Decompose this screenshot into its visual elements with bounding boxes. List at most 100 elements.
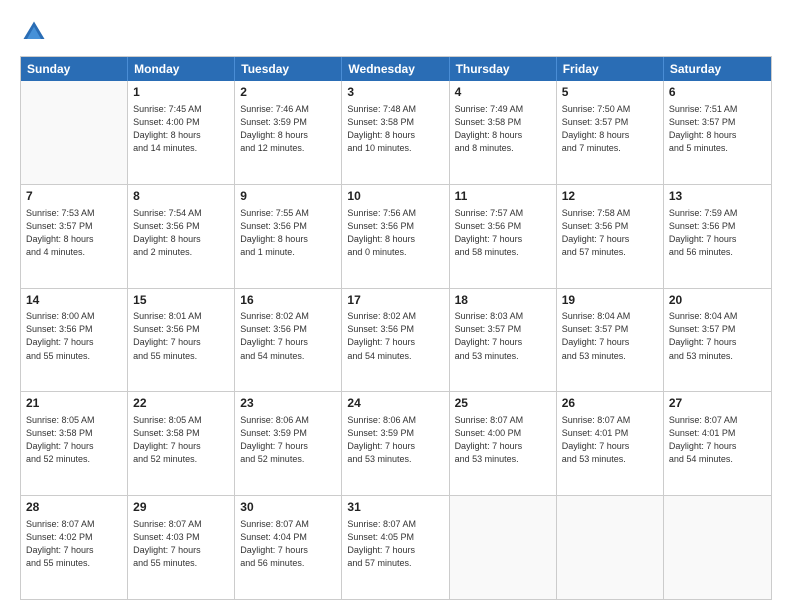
calendar-cell: 12 Sunrise: 7:58 AM Sunset: 3:56 PM Dayli…: [557, 185, 664, 288]
cell-info: Sunrise: 7:45 AM Sunset: 4:00 PM Dayligh…: [133, 103, 229, 155]
logo: [20, 18, 52, 46]
weekday-header: Thursday: [450, 57, 557, 81]
weekday-header: Wednesday: [342, 57, 449, 81]
day-number: 15: [133, 292, 229, 309]
calendar-row: 28 Sunrise: 8:07 AM Sunset: 4:02 PM Dayli…: [21, 495, 771, 599]
cell-info: Sunrise: 8:05 AM Sunset: 3:58 PM Dayligh…: [133, 414, 229, 466]
cell-info: Sunrise: 7:48 AM Sunset: 3:58 PM Dayligh…: [347, 103, 443, 155]
cell-info: Sunrise: 8:06 AM Sunset: 3:59 PM Dayligh…: [347, 414, 443, 466]
calendar-cell: 18Sunrise: 8:03 AM Sunset: 3:57 PM Dayli…: [450, 289, 557, 392]
day-number: 12: [562, 188, 658, 205]
cell-info: Sunrise: 8:07 AM Sunset: 4:05 PM Dayligh…: [347, 518, 443, 570]
cell-info: Sunrise: 7:53 AM Sunset: 3:57 PM Dayligh…: [26, 207, 122, 259]
day-number: 5: [562, 84, 658, 101]
cell-info: Sunrise: 8:02 AM Sunset: 3:56 PM Dayligh…: [240, 310, 336, 362]
day-number: 10: [347, 188, 443, 205]
weekday-header: Tuesday: [235, 57, 342, 81]
cell-info: Sunrise: 7:54 AM Sunset: 3:56 PM Dayligh…: [133, 207, 229, 259]
calendar-cell: 8Sunrise: 7:54 AM Sunset: 3:56 PM Daylig…: [128, 185, 235, 288]
calendar-cell: 16Sunrise: 8:02 AM Sunset: 3:56 PM Dayli…: [235, 289, 342, 392]
day-number: 24: [347, 395, 443, 412]
calendar-cell: 3 Sunrise: 7:48 AM Sunset: 3:58 PM Daylig…: [342, 81, 449, 184]
cell-info: Sunrise: 8:07 AM Sunset: 4:03 PM Dayligh…: [133, 518, 229, 570]
day-number: 21: [26, 395, 122, 412]
cell-info: Sunrise: 8:07 AM Sunset: 4:00 PM Dayligh…: [455, 414, 551, 466]
cell-info: Sunrise: 8:05 AM Sunset: 3:58 PM Dayligh…: [26, 414, 122, 466]
day-number: 17: [347, 292, 443, 309]
day-number: 11: [455, 188, 551, 205]
cell-info: Sunrise: 8:07 AM Sunset: 4:02 PM Dayligh…: [26, 518, 122, 570]
day-number: 27: [669, 395, 766, 412]
cell-info: Sunrise: 8:06 AM Sunset: 3:59 PM Dayligh…: [240, 414, 336, 466]
calendar-cell: 22 Sunrise: 8:05 AM Sunset: 3:58 PM Dayli…: [128, 392, 235, 495]
calendar-cell: 1Sunrise: 7:45 AM Sunset: 4:00 PM Daylig…: [128, 81, 235, 184]
day-number: 6: [669, 84, 766, 101]
calendar-cell: 5Sunrise: 7:50 AM Sunset: 3:57 PM Daylig…: [557, 81, 664, 184]
weekday-header: Saturday: [664, 57, 771, 81]
day-number: 28: [26, 499, 122, 516]
calendar-cell: 4 Sunrise: 7:49 AM Sunset: 3:58 PM Daylig…: [450, 81, 557, 184]
cell-info: Sunrise: 7:59 AM Sunset: 3:56 PM Dayligh…: [669, 207, 766, 259]
calendar-cell: 24 Sunrise: 8:06 AM Sunset: 3:59 PM Dayli…: [342, 392, 449, 495]
calendar-cell: 15Sunrise: 8:01 AM Sunset: 3:56 PM Dayli…: [128, 289, 235, 392]
day-number: 31: [347, 499, 443, 516]
cell-info: Sunrise: 8:07 AM Sunset: 4:01 PM Dayligh…: [562, 414, 658, 466]
day-number: 25: [455, 395, 551, 412]
day-number: 23: [240, 395, 336, 412]
calendar-row: 21 Sunrise: 8:05 AM Sunset: 3:58 PM Dayli…: [21, 391, 771, 495]
calendar-cell: 25 Sunrise: 8:07 AM Sunset: 4:00 PM Dayli…: [450, 392, 557, 495]
header: [20, 18, 772, 46]
cell-info: Sunrise: 8:00 AM Sunset: 3:56 PM Dayligh…: [26, 310, 122, 362]
cell-info: Sunrise: 8:04 AM Sunset: 3:57 PM Dayligh…: [562, 310, 658, 362]
day-number: 22: [133, 395, 229, 412]
calendar-row: 14Sunrise: 8:00 AM Sunset: 3:56 PM Dayli…: [21, 288, 771, 392]
calendar-cell: 17Sunrise: 8:02 AM Sunset: 3:56 PM Dayli…: [342, 289, 449, 392]
day-number: 7: [26, 188, 122, 205]
cell-info: Sunrise: 8:07 AM Sunset: 4:01 PM Dayligh…: [669, 414, 766, 466]
weekday-header: Sunday: [21, 57, 128, 81]
calendar-cell: 29Sunrise: 8:07 AM Sunset: 4:03 PM Dayli…: [128, 496, 235, 599]
calendar-cell: 26Sunrise: 8:07 AM Sunset: 4:01 PM Dayli…: [557, 392, 664, 495]
calendar-cell: 28 Sunrise: 8:07 AM Sunset: 4:02 PM Dayli…: [21, 496, 128, 599]
calendar-header: SundayMondayTuesdayWednesdayThursdayFrid…: [21, 57, 771, 81]
cell-info: Sunrise: 7:51 AM Sunset: 3:57 PM Dayligh…: [669, 103, 766, 155]
weekday-header: Friday: [557, 57, 664, 81]
cell-info: Sunrise: 7:55 AM Sunset: 3:56 PM Dayligh…: [240, 207, 336, 259]
calendar-body: 1Sunrise: 7:45 AM Sunset: 4:00 PM Daylig…: [21, 81, 771, 599]
calendar-cell: [450, 496, 557, 599]
cell-info: Sunrise: 7:46 AM Sunset: 3:59 PM Dayligh…: [240, 103, 336, 155]
cell-info: Sunrise: 8:02 AM Sunset: 3:56 PM Dayligh…: [347, 310, 443, 362]
day-number: 4: [455, 84, 551, 101]
day-number: 18: [455, 292, 551, 309]
calendar-cell: 13Sunrise: 7:59 AM Sunset: 3:56 PM Dayli…: [664, 185, 771, 288]
day-number: 3: [347, 84, 443, 101]
day-number: 9: [240, 188, 336, 205]
calendar-cell: [557, 496, 664, 599]
day-number: 19: [562, 292, 658, 309]
weekday-header: Monday: [128, 57, 235, 81]
cell-info: Sunrise: 8:04 AM Sunset: 3:57 PM Dayligh…: [669, 310, 766, 362]
page: SundayMondayTuesdayWednesdayThursdayFrid…: [0, 0, 792, 612]
calendar-cell: [21, 81, 128, 184]
day-number: 14: [26, 292, 122, 309]
calendar-cell: 27 Sunrise: 8:07 AM Sunset: 4:01 PM Dayli…: [664, 392, 771, 495]
cell-info: Sunrise: 8:01 AM Sunset: 3:56 PM Dayligh…: [133, 310, 229, 362]
cell-info: Sunrise: 7:49 AM Sunset: 3:58 PM Dayligh…: [455, 103, 551, 155]
cell-info: Sunrise: 8:03 AM Sunset: 3:57 PM Dayligh…: [455, 310, 551, 362]
day-number: 2: [240, 84, 336, 101]
calendar-cell: 31 Sunrise: 8:07 AM Sunset: 4:05 PM Dayli…: [342, 496, 449, 599]
calendar-cell: 7 Sunrise: 7:53 AM Sunset: 3:57 PM Daylig…: [21, 185, 128, 288]
calendar-cell: 14Sunrise: 8:00 AM Sunset: 3:56 PM Dayli…: [21, 289, 128, 392]
calendar-cell: 11 Sunrise: 7:57 AM Sunset: 3:56 PM Dayli…: [450, 185, 557, 288]
day-number: 20: [669, 292, 766, 309]
logo-icon: [20, 18, 48, 46]
calendar-cell: 9 Sunrise: 7:55 AM Sunset: 3:56 PM Daylig…: [235, 185, 342, 288]
calendar-cell: 23 Sunrise: 8:06 AM Sunset: 3:59 PM Dayli…: [235, 392, 342, 495]
calendar-cell: 30Sunrise: 8:07 AM Sunset: 4:04 PM Dayli…: [235, 496, 342, 599]
cell-info: Sunrise: 7:58 AM Sunset: 3:56 PM Dayligh…: [562, 207, 658, 259]
cell-info: Sunrise: 7:56 AM Sunset: 3:56 PM Dayligh…: [347, 207, 443, 259]
day-number: 30: [240, 499, 336, 516]
cell-info: Sunrise: 7:57 AM Sunset: 3:56 PM Dayligh…: [455, 207, 551, 259]
day-number: 16: [240, 292, 336, 309]
calendar-row: 1Sunrise: 7:45 AM Sunset: 4:00 PM Daylig…: [21, 81, 771, 184]
